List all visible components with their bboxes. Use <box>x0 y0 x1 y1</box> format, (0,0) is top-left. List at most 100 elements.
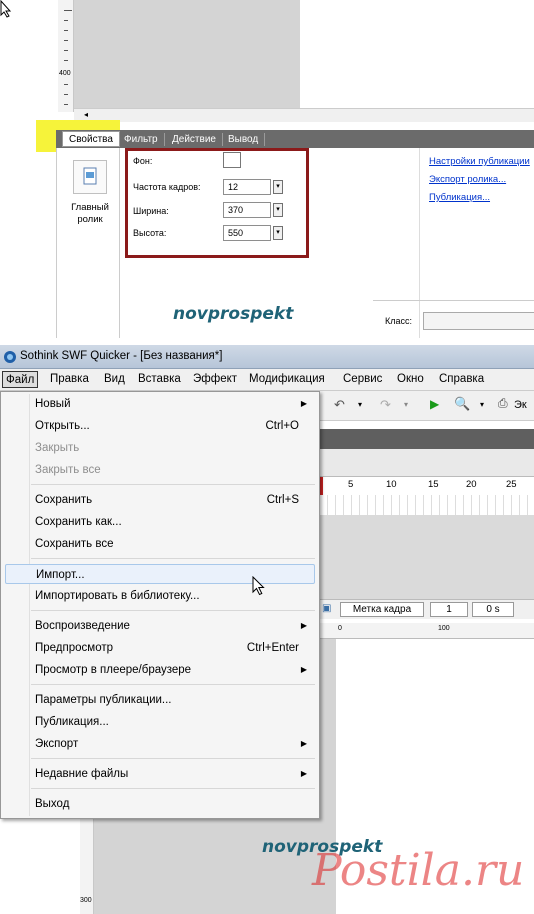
bg-color-swatch[interactable] <box>223 152 241 168</box>
framerate-dropdown[interactable]: ▾ <box>273 180 283 194</box>
panel-divider <box>119 148 120 338</box>
framerate-label: Частота кадров: <box>133 182 201 192</box>
menu-effect[interactable]: Эффект <box>190 371 240 388</box>
menu-separator <box>31 788 315 789</box>
menu-item-export[interactable]: Экспорт ▶ <box>5 734 315 754</box>
menu-modify[interactable]: Модификация <box>246 371 328 388</box>
menu-separator <box>31 484 315 485</box>
window-title: Sothink SWF Quicker - [Без названия*] <box>20 350 223 362</box>
timeline-num-10: 10 <box>386 479 397 490</box>
redo-icon[interactable]: ↷ <box>380 397 391 413</box>
width-field[interactable]: 370 <box>223 202 271 218</box>
scroll-left-arrow-icon[interactable]: ◂ <box>84 110 88 119</box>
menu-item-publish[interactable]: Публикация... <box>5 712 315 732</box>
app-logo-icon <box>4 351 16 363</box>
properties-tabbar: Свойства Фильтр Действие Вывод <box>56 130 534 148</box>
undo-icon[interactable]: ↶ <box>334 397 345 413</box>
frame-label-field[interactable]: Метка кадра <box>340 602 424 617</box>
stage-ruler-100: 100 <box>438 625 450 632</box>
menu-item-exit[interactable]: Выход <box>5 794 315 814</box>
menu-help[interactable]: Справка <box>436 371 487 388</box>
menu-tools[interactable]: Сервис <box>340 371 385 388</box>
play-icon[interactable]: ▶ <box>430 397 439 411</box>
framerate-field[interactable]: 12 <box>223 179 271 195</box>
menu-separator <box>31 558 315 559</box>
layer-icon[interactable]: ▣ <box>322 603 331 614</box>
ruler-label-400: 400 <box>59 70 71 77</box>
height-field[interactable]: 550 <box>223 225 271 241</box>
menu-edit[interactable]: Правка <box>47 371 92 388</box>
menu-item-publish-settings[interactable]: Параметры публикации... <box>5 690 315 710</box>
export-icon[interactable]: ⎙ <box>498 396 508 411</box>
menu-item-preview[interactable]: Предпросмотр Ctrl+Enter <box>5 638 315 658</box>
menu-item-close: Закрыть <box>35 442 80 454</box>
horizontal-scrollbar[interactable]: ◂ <box>74 108 534 122</box>
stage-ruler-300: 300 <box>80 897 92 904</box>
timeline-empty <box>320 515 534 599</box>
toolbar: ↶ ▾ ↷ ▾ ▶ 🔍 ▾ ⎙ Эк <box>320 391 534 421</box>
width-label: Ширина: <box>133 206 169 216</box>
file-menu: Новый ▶ Открыть... Ctrl+O Закрыть Закрыть … <box>0 391 320 819</box>
timeline-num-25: 25 <box>506 479 517 490</box>
tab-output[interactable]: Вывод <box>222 133 266 146</box>
menu-item-close-all: Закрыть все <box>35 464 101 476</box>
menu-item-open[interactable]: Открыть... Ctrl+O <box>5 416 315 436</box>
export-label[interactable]: Эк <box>514 399 527 411</box>
width-dropdown[interactable]: ▾ <box>273 203 283 217</box>
timeline-num-15: 15 <box>428 479 439 490</box>
preview-dropdown-icon[interactable]: ▾ <box>480 400 484 409</box>
mouse-cursor-icon <box>0 0 12 18</box>
menu-item-save-all[interactable]: Сохранить все <box>5 534 315 554</box>
menu-item-import[interactable]: Импорт... <box>5 564 315 584</box>
link-export-movie[interactable]: Экспорт ролика... <box>429 174 506 185</box>
menu-separator <box>31 610 315 611</box>
menu-item-view-player[interactable]: Просмотр в плеере/браузере ▶ <box>5 660 315 680</box>
submenu-arrow-icon: ▶ <box>300 769 307 778</box>
tab-action[interactable]: Действие <box>166 133 223 146</box>
timeline-num-5: 5 <box>348 479 354 490</box>
link-publish-settings[interactable]: Настройки публикации <box>429 156 530 167</box>
properties-panel: Главный ролик Фон: Частота кадров: 12 ▾ … <box>56 148 534 338</box>
frame-number-field: 1 <box>430 602 468 617</box>
stage-ruler: 0 100 <box>320 623 534 639</box>
movie-icon-box[interactable] <box>73 160 107 194</box>
class-input[interactable] <box>423 312 534 330</box>
menu-window[interactable]: Окно <box>394 371 427 388</box>
height-dropdown[interactable]: ▾ <box>273 226 283 240</box>
links-divider <box>419 148 420 338</box>
menu-separator <box>31 684 315 685</box>
frame-time-field: 0 s <box>472 602 514 617</box>
stage-ruler-0: 0 <box>338 625 342 632</box>
menu-item-save-as[interactable]: Сохранить как... <box>5 512 315 532</box>
link-publish[interactable]: Публикация... <box>429 192 490 203</box>
menu-item-playback[interactable]: Воспроизведение ▶ <box>5 616 315 636</box>
submenu-arrow-icon: ▶ <box>300 739 307 748</box>
preview-icon[interactable]: 🔍 <box>454 396 470 412</box>
menu-separator <box>31 758 315 759</box>
class-separator <box>373 300 534 301</box>
site-logo: Postila.ru <box>312 845 525 896</box>
menu-view[interactable]: Вид <box>101 371 128 388</box>
timeline-header <box>320 429 534 449</box>
menu-item-save[interactable]: Сохранить Ctrl+S <box>5 490 315 510</box>
menu-item-recent[interactable]: Недавние файлы ▶ <box>5 764 315 784</box>
timeline-num-20: 20 <box>466 479 477 490</box>
bg-label: Фон: <box>133 156 153 166</box>
height-label: Высота: <box>133 228 167 238</box>
menu-file[interactable]: Файл <box>2 371 39 388</box>
submenu-arrow-icon: ▶ <box>300 621 307 630</box>
top-screenshot: 400 ◂ Свойства Фильтр Действие Вывод Гла… <box>0 0 534 345</box>
submenu-arrow-icon: ▶ <box>300 399 307 408</box>
timeline-frames[interactable] <box>320 495 534 515</box>
tab-properties[interactable]: Свойства <box>62 131 120 147</box>
menu-item-import-library[interactable]: Импортировать в библиотеку... <box>5 586 315 606</box>
submenu-arrow-icon: ▶ <box>300 665 307 674</box>
bottom-screenshot: Sothink SWF Quicker - [Без названия*] Фа… <box>0 345 534 914</box>
tab-filter[interactable]: Фильтр <box>118 133 165 146</box>
gray-canvas <box>74 0 300 108</box>
menu-item-new[interactable]: Новый ▶ <box>5 394 315 414</box>
menu-insert[interactable]: Вставка <box>135 371 184 388</box>
class-label: Класс: <box>385 316 412 326</box>
redo-dropdown-icon[interactable]: ▾ <box>404 400 408 409</box>
undo-dropdown-icon[interactable]: ▾ <box>358 400 362 409</box>
